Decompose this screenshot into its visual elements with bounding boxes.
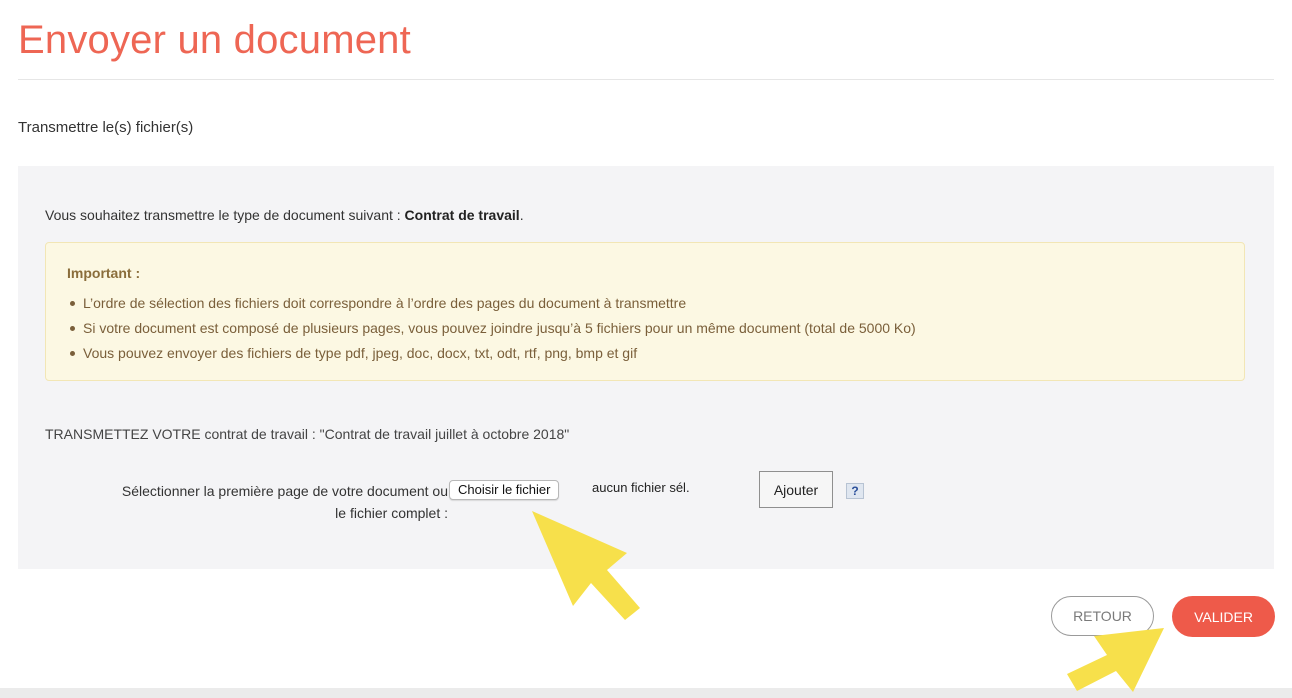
notice-item: L’ordre de sélection des fichiers doit c… bbox=[68, 291, 916, 316]
transmit-line: TRANSMETTEZ VOTRE contrat de travail : "… bbox=[45, 426, 570, 442]
title-divider bbox=[18, 79, 1274, 80]
intro-suffix: . bbox=[519, 207, 524, 223]
intro-line: Vous souhaitez transmettre le type de do… bbox=[45, 207, 524, 223]
notice-item: Vous pouvez envoyer des fichiers de type… bbox=[68, 341, 916, 366]
arrow-annotation-icon bbox=[1067, 628, 1164, 692]
section-subtitle: Transmettre le(s) fichier(s) bbox=[18, 119, 194, 136]
file-select-label-line2: le fichier complet : bbox=[335, 505, 448, 521]
important-notice: Important : L’ordre de sélection des fic… bbox=[45, 242, 1245, 381]
upload-panel: Vous souhaitez transmettre le type de do… bbox=[18, 166, 1274, 569]
document-type: Contrat de travail bbox=[404, 207, 520, 223]
intro-prefix: Vous souhaitez transmettre le type de do… bbox=[45, 207, 405, 223]
page: Envoyer un document Transmettre le(s) fi… bbox=[0, 0, 1292, 698]
notice-list: L’ordre de sélection des fichiers doit c… bbox=[68, 291, 916, 366]
submit-button[interactable]: VALIDER bbox=[1172, 596, 1275, 637]
back-button[interactable]: RETOUR bbox=[1051, 596, 1154, 636]
page-title: Envoyer un document bbox=[18, 18, 411, 62]
file-select-label-line1: Sélectionner la première page de votre d… bbox=[121, 483, 448, 499]
file-select-label: Sélectionner la première page de votre d… bbox=[58, 480, 448, 524]
add-button[interactable]: Ajouter bbox=[759, 471, 833, 508]
notice-item: Si votre document est composé de plusieu… bbox=[68, 316, 916, 341]
footer-strip bbox=[0, 688, 1292, 698]
file-status: aucun fichier sél. bbox=[592, 480, 690, 495]
question-mark-icon[interactable]: ? bbox=[846, 483, 864, 499]
choose-file-button[interactable]: Choisir le fichier bbox=[449, 480, 560, 500]
notice-title: Important : bbox=[67, 265, 141, 281]
